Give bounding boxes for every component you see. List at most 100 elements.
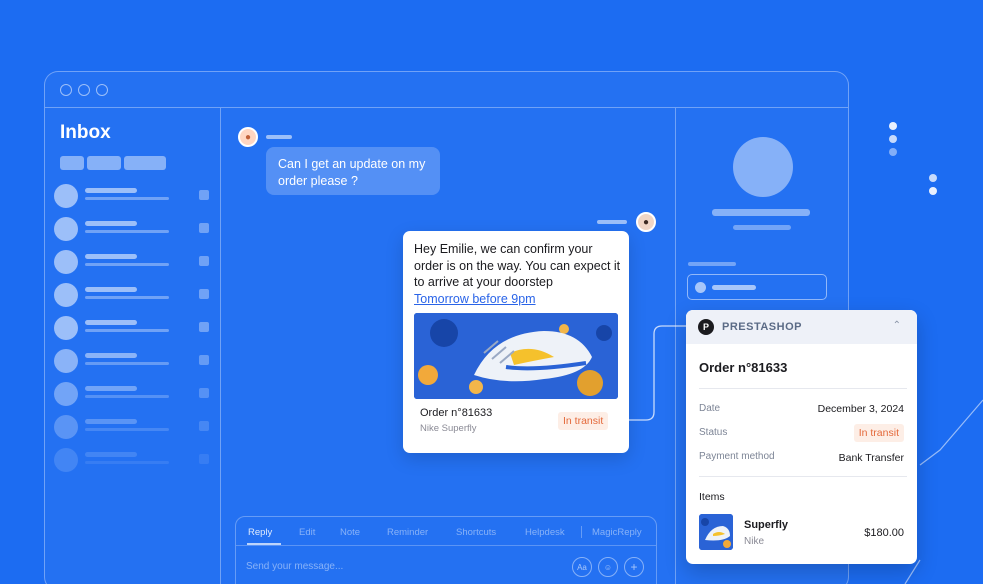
avatar xyxy=(54,283,78,307)
conversation-item[interactable] xyxy=(54,315,209,341)
avatar xyxy=(54,382,78,406)
conversation-badge xyxy=(199,322,209,332)
order-title: Order n°81633 xyxy=(699,360,788,375)
contact-subtitle-placeholder xyxy=(733,225,791,230)
conversation-badge xyxy=(199,256,209,266)
item-brand: Nike xyxy=(744,536,765,547)
conversation-name-placeholder xyxy=(85,221,137,226)
tab-reply[interactable]: Reply xyxy=(248,527,272,538)
delivery-time-link[interactable]: Tomorrow before 9pm xyxy=(414,292,536,306)
avatar xyxy=(54,415,78,439)
window-maximize-button[interactable] xyxy=(96,84,108,96)
avatar xyxy=(54,448,78,472)
avatar xyxy=(54,316,78,340)
tab-magicreply[interactable]: MagicReply xyxy=(592,527,642,538)
decor-dot xyxy=(889,122,897,130)
conversation-item[interactable] xyxy=(54,381,209,407)
outgoing-message-text: Hey Emilie, we can confirm your order is… xyxy=(414,241,622,307)
conversation-item[interactable] xyxy=(54,282,209,308)
inbox-filter-tab[interactable] xyxy=(87,156,121,170)
window-titlebar xyxy=(45,72,848,108)
conversation-item[interactable] xyxy=(54,414,209,440)
decor-dot xyxy=(889,135,897,143)
conversation-name-placeholder xyxy=(85,287,137,292)
customer-avatar: ● xyxy=(238,127,258,147)
conversation-badge xyxy=(199,355,209,365)
conversation-preview-placeholder xyxy=(85,197,169,200)
conversation-badge xyxy=(199,421,209,431)
sneaker-illustration xyxy=(414,313,618,399)
conversation-badge xyxy=(199,223,209,233)
conversation-badge xyxy=(199,190,209,200)
status-badge: In transit xyxy=(558,412,609,430)
inbox-filter-tab[interactable] xyxy=(124,156,166,170)
conversation-name-placeholder xyxy=(85,386,137,391)
item-thumbnail xyxy=(699,514,733,550)
prestashop-header[interactable]: P PRESTASHOP ⌃ xyxy=(686,310,917,344)
conversation-preview-placeholder xyxy=(85,263,169,266)
contact-field-value-placeholder xyxy=(712,285,756,290)
contact-field-label-placeholder xyxy=(688,262,736,266)
window-close-button[interactable] xyxy=(60,84,72,96)
conversation-item[interactable] xyxy=(54,348,209,374)
tab-helpdesk[interactable]: Helpdesk xyxy=(525,527,565,538)
composer-divider xyxy=(236,545,656,546)
status-label: Status xyxy=(699,427,728,438)
product-image xyxy=(414,313,618,399)
conversation-preview-placeholder xyxy=(85,395,169,398)
conversation-badge xyxy=(199,388,209,398)
tab-shortcuts[interactable]: Shortcuts xyxy=(456,527,496,538)
conversation-name-placeholder xyxy=(85,188,137,193)
divider xyxy=(699,388,907,389)
card-order-number: Order n°81633 xyxy=(420,407,493,419)
payment-method-value: Bank Transfer xyxy=(838,452,904,464)
customer-name-placeholder xyxy=(266,135,292,139)
tab-separator xyxy=(581,526,582,538)
connector-line xyxy=(620,325,688,421)
message-input[interactable]: Send your message... xyxy=(246,561,343,572)
conversation-name-placeholder xyxy=(85,353,137,358)
conversation-name-placeholder xyxy=(85,452,137,457)
contact-field[interactable] xyxy=(687,274,827,300)
item-name: Superfly xyxy=(744,519,789,531)
card-product-name: Nike Superfly xyxy=(420,423,477,434)
window-minimize-button[interactable] xyxy=(78,84,90,96)
chevron-up-icon[interactable]: ⌃ xyxy=(893,320,901,331)
agent-avatar: ● xyxy=(636,212,656,232)
contact-name-placeholder xyxy=(712,209,810,216)
conversation-name-placeholder xyxy=(85,254,137,259)
message-composer: Reply Edit Note Reminder Shortcuts Helpd… xyxy=(235,516,657,584)
conversation-preview-placeholder xyxy=(85,296,169,299)
tab-note[interactable]: Note xyxy=(340,527,360,538)
decor-dot xyxy=(889,148,897,156)
conversation-preview-placeholder xyxy=(85,230,169,233)
conversation-name-placeholder xyxy=(85,320,137,325)
outgoing-message-body: Hey Emilie, we can confirm your order is… xyxy=(414,242,621,289)
prestashop-order-panel: P PRESTASHOP ⌃ Order n°81633 Date Decemb… xyxy=(686,310,917,564)
inbox-title: Inbox xyxy=(60,122,111,143)
tab-edit[interactable]: Edit xyxy=(299,527,315,538)
conversation-badge xyxy=(199,289,209,299)
conversation-name-placeholder xyxy=(85,419,137,424)
incoming-message-bubble: Can I get an update on my order please ? xyxy=(266,147,440,195)
conversation-preview-placeholder xyxy=(85,329,169,332)
text-format-icon[interactable]: Aa xyxy=(572,557,592,577)
inbox-sidebar: Inbox xyxy=(45,108,221,584)
conversation-item[interactable] xyxy=(54,216,209,242)
inbox-filter-tab[interactable] xyxy=(60,156,84,170)
conversation-item[interactable] xyxy=(54,447,209,473)
conversation-preview-placeholder xyxy=(85,362,169,365)
items-label: Items xyxy=(699,491,725,503)
conversation-preview-placeholder xyxy=(85,461,169,464)
status-badge: In transit xyxy=(853,424,904,442)
avatar xyxy=(54,217,78,241)
emoji-icon[interactable]: ☺ xyxy=(598,557,618,577)
prestashop-logo-icon: P xyxy=(698,319,714,335)
conversation-item[interactable] xyxy=(54,249,209,275)
add-icon[interactable]: + xyxy=(624,557,644,577)
tab-reminder[interactable]: Reminder xyxy=(387,527,428,538)
agent-name-placeholder xyxy=(597,220,627,224)
contact-field-icon xyxy=(695,282,706,293)
conversation-item[interactable] xyxy=(54,183,209,209)
avatar xyxy=(54,184,78,208)
